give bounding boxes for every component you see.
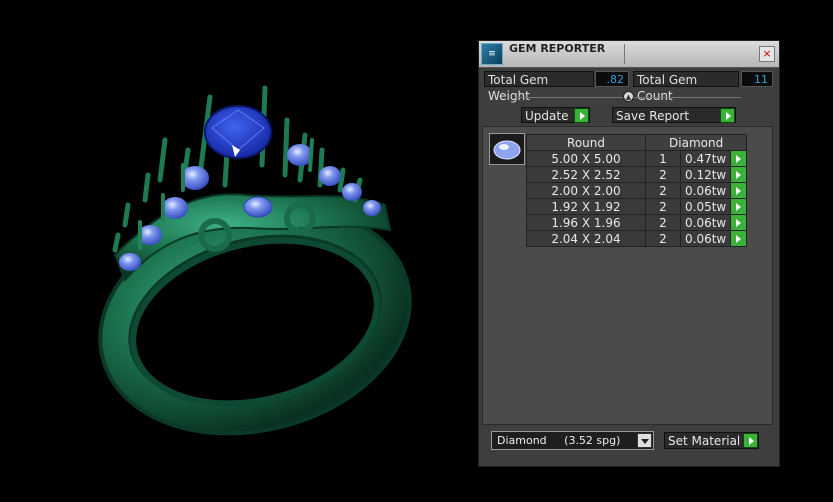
title-bar[interactable]: ≡ GEM REPORTER ×: [479, 41, 779, 68]
gem-weight: 0.12tw: [679, 166, 732, 183]
header-material: Diamond: [644, 134, 748, 151]
ring-render: [98, 85, 412, 436]
gem-size: 1.92 X 1.92: [526, 198, 646, 215]
header-shape: Round: [526, 134, 646, 151]
title-divider: [624, 44, 625, 64]
gem-size: 1.96 X 1.96: [526, 214, 646, 231]
play-arrow-icon[interactable]: [720, 108, 735, 123]
gem-weight: 0.47tw: [679, 150, 732, 167]
total-gem-weight-label: Total Gem Weight: [484, 71, 594, 103]
save-report-button-label: Save Report: [616, 109, 690, 123]
gem-size: 5.00 X 5.00: [526, 150, 646, 167]
play-arrow-icon[interactable]: [730, 198, 748, 215]
round-gem-graphic: [493, 140, 521, 160]
total-gem-count-label: Total Gem Count: [633, 71, 739, 103]
gem-weight: 0.06tw: [679, 182, 732, 199]
gem-qty: 2: [645, 182, 681, 199]
gem-weight: 0.05tw: [679, 198, 732, 215]
gem-qty: 2: [645, 166, 681, 183]
save-report-button[interactable]: Save Report: [612, 107, 736, 123]
panel-slider-handle[interactable]: ▲: [623, 91, 634, 102]
gem-qty: 2: [645, 198, 681, 215]
table-row: 2.52 X 2.52 2 0.12tw: [526, 166, 748, 183]
play-arrow-icon[interactable]: [730, 214, 748, 231]
play-arrow-icon[interactable]: [730, 230, 748, 247]
table-row: 5.00 X 5.00 1 0.47tw: [526, 150, 748, 167]
chevron-down-icon[interactable]: [637, 433, 652, 448]
table-header-row: Round Diamond: [526, 134, 748, 151]
3d-viewport[interactable]: [0, 0, 470, 499]
table-row: 1.96 X 1.96 2 0.06tw: [526, 214, 748, 231]
gem-report-area: Round Diamond 5.00 X 5.00 1 0.47tw 2.52 …: [482, 126, 773, 425]
close-icon[interactable]: ×: [759, 46, 775, 62]
material-dropdown[interactable]: Diamond (3.52 spg): [491, 431, 654, 450]
gem-table: Round Diamond 5.00 X 5.00 1 0.47tw 2.52 …: [526, 134, 748, 247]
gem-size: 2.00 X 2.00: [526, 182, 646, 199]
gem-size: 2.52 X 2.52: [526, 166, 646, 183]
table-row: 2.00 X 2.00 2 0.06tw: [526, 182, 748, 199]
gem-size: 2.04 X 2.04: [526, 230, 646, 247]
update-button-label: Update: [525, 109, 569, 123]
gem-reporter-icon: ≡: [481, 43, 503, 65]
play-arrow-icon[interactable]: [730, 182, 748, 199]
material-dropdown-value: Diamond (3.52 spg): [497, 434, 621, 447]
total-gem-weight-value: .82: [595, 71, 629, 87]
total-gem-count-value: 11: [741, 71, 773, 87]
gem-weight: 0.06tw: [679, 230, 732, 247]
play-arrow-icon[interactable]: [743, 433, 758, 448]
table-row: 1.92 X 1.92 2 0.05tw: [526, 198, 748, 215]
gem-reporter-panel: ≡ GEM REPORTER × Total Gem Weight .82 To…: [478, 40, 780, 467]
play-arrow-icon[interactable]: [730, 166, 748, 183]
play-arrow-icon[interactable]: [730, 150, 748, 167]
play-arrow-icon[interactable]: [574, 108, 589, 123]
gem-qty: 2: [645, 230, 681, 247]
panel-title: GEM REPORTER: [509, 42, 606, 55]
set-material-button[interactable]: Set Material: [664, 432, 759, 449]
update-button[interactable]: Update: [521, 107, 590, 123]
table-row: 2.04 X 2.04 2 0.06tw: [526, 230, 748, 247]
gem-qty: 2: [645, 214, 681, 231]
round-gem-icon[interactable]: [489, 133, 525, 165]
gem-qty: 1: [645, 150, 681, 167]
gem-weight: 0.06tw: [679, 214, 732, 231]
set-material-button-label: Set Material: [668, 434, 741, 448]
